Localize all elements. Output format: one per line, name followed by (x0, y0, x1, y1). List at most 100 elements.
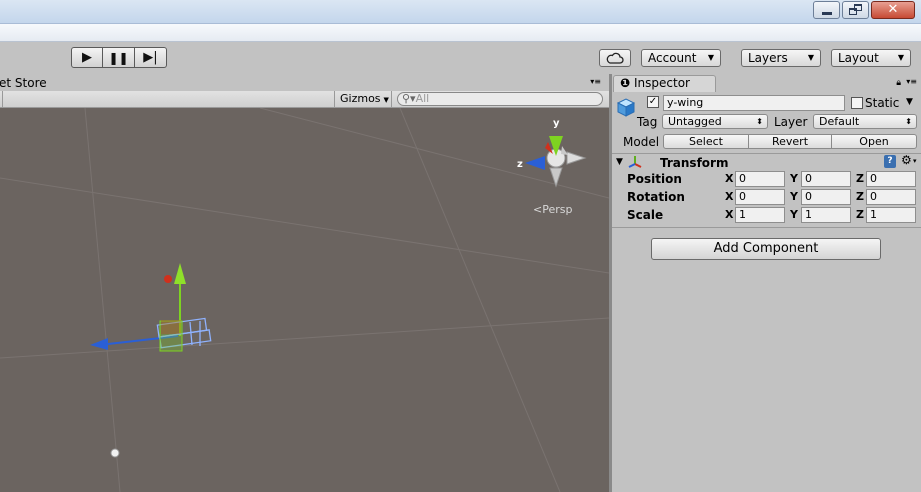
add-component-button[interactable]: Add Component (651, 238, 881, 260)
tag-value: Untagged (668, 115, 722, 128)
info-icon: ❶ (620, 76, 631, 90)
position-y-field[interactable]: 0 (801, 171, 851, 187)
rotation-z-field[interactable]: 0 (866, 189, 916, 205)
pause-button[interactable]: ❚❚ (103, 47, 135, 68)
scene-toolbar: Gizmos ▼ ⚲▾All (0, 91, 609, 108)
scale-x-axis[interactable]: X (725, 207, 733, 223)
scale-y-axis[interactable]: Y (790, 207, 798, 223)
axis-z-label: z (517, 159, 523, 170)
transform-icon (628, 156, 642, 168)
minimize-button[interactable] (813, 1, 840, 19)
layer-label: Layer (774, 115, 808, 129)
restore-icon-front (849, 8, 857, 15)
inspector-tab-label: Inspector (634, 76, 690, 90)
position-label: Position (627, 172, 682, 186)
scene-tab-bar: et Store ▾≡ (0, 74, 609, 91)
foldout-arrow-icon[interactable]: ▼ (616, 157, 623, 167)
menu-band (0, 24, 921, 42)
gizmos-dropdown[interactable]: Gizmos ▼ (334, 91, 392, 107)
scale-z-axis[interactable]: Z (856, 207, 864, 223)
axis-y-label: y (553, 118, 560, 129)
rotation-z-axis[interactable]: Z (856, 189, 864, 205)
sphere-object[interactable] (110, 448, 120, 458)
cloud-button[interactable] (599, 49, 631, 67)
model-revert-button[interactable]: Revert (748, 134, 832, 149)
layers-label: Layers (748, 51, 788, 65)
scene-view[interactable]: y z <Persp (0, 108, 609, 492)
layout-dropdown[interactable]: Layout ▼ (831, 49, 911, 67)
position-y-axis[interactable]: Y (790, 171, 798, 187)
separator (612, 153, 921, 154)
position-x-field[interactable]: 0 (735, 171, 785, 187)
inspector-panel: ❶ Inspector 🔒︎ ▾≡ ✓ y-wing Static ▼ Tag … (612, 74, 921, 492)
step-button[interactable]: ▶| (135, 47, 167, 68)
window-title-bar: ✕ (0, 0, 921, 24)
position-z-field[interactable]: 0 (866, 171, 916, 187)
window-controls: ✕ (813, 1, 915, 19)
layers-dropdown[interactable]: Layers ▼ (741, 49, 821, 67)
play-icon: ▶ (82, 50, 92, 65)
updown-icon: ⬍ (905, 117, 912, 126)
help-book-icon[interactable]: ? (884, 155, 896, 168)
separator (612, 227, 921, 228)
rotation-y-axis[interactable]: Y (790, 189, 798, 205)
chevron-down-icon[interactable]: ▼ (906, 97, 913, 107)
rotation-y-field[interactable]: 0 (801, 189, 851, 205)
account-dropdown[interactable]: Account ▼ (641, 49, 721, 67)
rotation-x-field[interactable]: 0 (735, 189, 785, 205)
tab-inspector[interactable]: ❶ Inspector (613, 75, 716, 92)
search-input[interactable]: ⚲▾All (397, 92, 603, 106)
scale-label: Scale (627, 208, 664, 222)
transform-title: Transform (660, 156, 729, 170)
layout-label: Layout (838, 51, 879, 65)
panel-menu-icon[interactable]: ▾≡ (590, 77, 601, 86)
model-select-button[interactable]: Select (663, 134, 749, 149)
tag-label: Tag (637, 115, 658, 129)
tab-asset-store[interactable]: et Store (0, 76, 47, 90)
gizmos-label: Gizmos (340, 92, 381, 105)
position-x-axis[interactable]: X (725, 171, 733, 187)
object-highlight (161, 320, 181, 334)
scene-canvas[interactable]: y z <Persp (0, 108, 609, 492)
minimize-icon (822, 12, 832, 15)
chevron-down-icon: ▼ (707, 53, 714, 62)
position-z-axis[interactable]: Z (856, 171, 864, 187)
search-icon: ⚲▾ (402, 92, 416, 105)
close-icon: ✕ (887, 2, 899, 17)
lock-icon[interactable]: 🔒︎ (896, 78, 901, 88)
step-icon: ▶| (143, 50, 158, 65)
play-button[interactable]: ▶ (71, 47, 103, 68)
gear-icon[interactable]: ⚙ (901, 153, 912, 167)
search-placeholder: All (415, 92, 430, 105)
restore-button[interactable] (842, 1, 869, 19)
layer-value: Default (819, 115, 860, 128)
persp-label[interactable]: <Persp (533, 203, 572, 216)
chevron-down-icon: ▼ (807, 53, 814, 62)
panel-menu-icon[interactable]: ▾≡ (906, 77, 917, 86)
layer-dropdown[interactable]: Default ⬍ (813, 114, 917, 129)
active-checkbox[interactable]: ✓ (647, 96, 659, 108)
scale-x-field[interactable]: 1 (735, 207, 785, 223)
close-button[interactable]: ✕ (871, 1, 915, 19)
play-controls: ▶ ❚❚ ▶| (71, 47, 167, 68)
gameobject-cube-icon (615, 96, 637, 118)
chevron-down-icon[interactable]: ▾ (913, 157, 917, 165)
static-checkbox[interactable] (851, 97, 863, 109)
scale-y-field[interactable]: 1 (801, 207, 851, 223)
main-toolbar: ▶ ❚❚ ▶| Account ▼ Layers ▼ Layout ▼ (0, 42, 921, 74)
tag-dropdown[interactable]: Untagged ⬍ (662, 114, 768, 129)
inspector-tab-bar: ❶ Inspector 🔒︎ ▾≡ (612, 74, 921, 92)
check-icon: ✓ (648, 96, 658, 107)
updown-icon: ⬍ (756, 117, 763, 126)
model-label: Model (623, 135, 660, 149)
chevron-down-icon: ▼ (383, 96, 389, 104)
chevron-down-icon: ▼ (897, 53, 904, 62)
object-name-field[interactable]: y-wing (663, 95, 845, 111)
model-open-button[interactable]: Open (831, 134, 917, 149)
cloud-icon (606, 52, 624, 64)
rotation-label: Rotation (627, 190, 685, 204)
static-label: Static (865, 96, 900, 110)
scale-z-field[interactable]: 1 (866, 207, 916, 223)
scene-toolbar-edge (0, 91, 3, 107)
rotation-x-axis[interactable]: X (725, 189, 733, 205)
